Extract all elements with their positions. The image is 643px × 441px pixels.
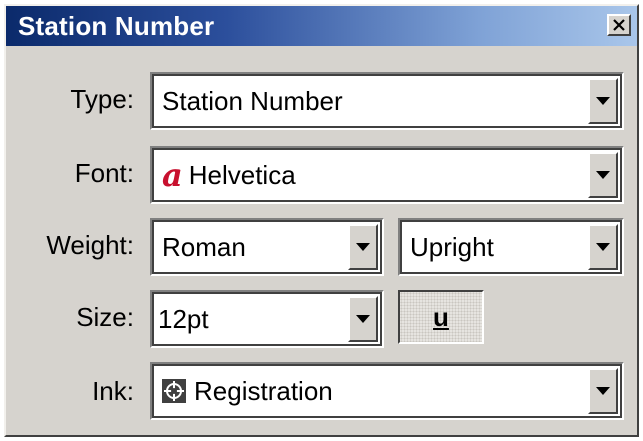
chevron-down-icon (356, 315, 370, 323)
chevron-down-icon (596, 243, 610, 251)
size-dropdown-button[interactable] (348, 296, 378, 342)
close-button[interactable] (607, 14, 631, 36)
weight-value: Roman (162, 231, 246, 262)
font-label: Font: (74, 158, 134, 188)
type-dropdown-button[interactable] (588, 78, 618, 124)
chevron-down-icon (596, 171, 610, 179)
underline-toggle-button[interactable]: u (398, 290, 484, 344)
font-dropdown-button[interactable] (588, 152, 618, 198)
title-bar[interactable]: Station Number (6, 6, 637, 46)
chevron-down-icon (356, 243, 370, 251)
size-value[interactable]: 12pt (158, 292, 209, 346)
ink-dropdown[interactable]: Registration (150, 362, 624, 420)
window-title: Station Number (18, 11, 215, 41)
size-combobox[interactable]: 12pt (150, 290, 384, 348)
chevron-down-icon (596, 97, 610, 105)
type-value: Station Number (162, 85, 343, 116)
registration-mark-icon (162, 379, 186, 403)
weight-label: Weight: (46, 230, 134, 260)
font-field-content: a Helvetica (162, 148, 296, 202)
style-dropdown[interactable]: Upright (398, 218, 624, 276)
font-icon: a (162, 156, 183, 194)
ink-label: Ink: (92, 376, 134, 406)
style-dropdown-button[interactable] (588, 224, 618, 270)
font-dropdown[interactable]: a Helvetica (150, 146, 624, 204)
weight-dropdown[interactable]: Roman (150, 218, 384, 276)
close-icon (613, 19, 625, 31)
ink-field-content: Registration (162, 364, 333, 418)
type-dropdown[interactable]: Station Number (150, 72, 624, 130)
type-label: Type: (70, 84, 134, 114)
font-value: Helvetica (188, 159, 296, 190)
chevron-down-icon (596, 387, 610, 395)
underline-label: u (433, 301, 449, 332)
weight-dropdown-button[interactable] (348, 224, 378, 270)
size-label: Size: (76, 302, 134, 332)
ink-dropdown-button[interactable] (588, 368, 618, 414)
style-value: Upright (410, 231, 494, 262)
ink-value: Registration (194, 375, 333, 406)
